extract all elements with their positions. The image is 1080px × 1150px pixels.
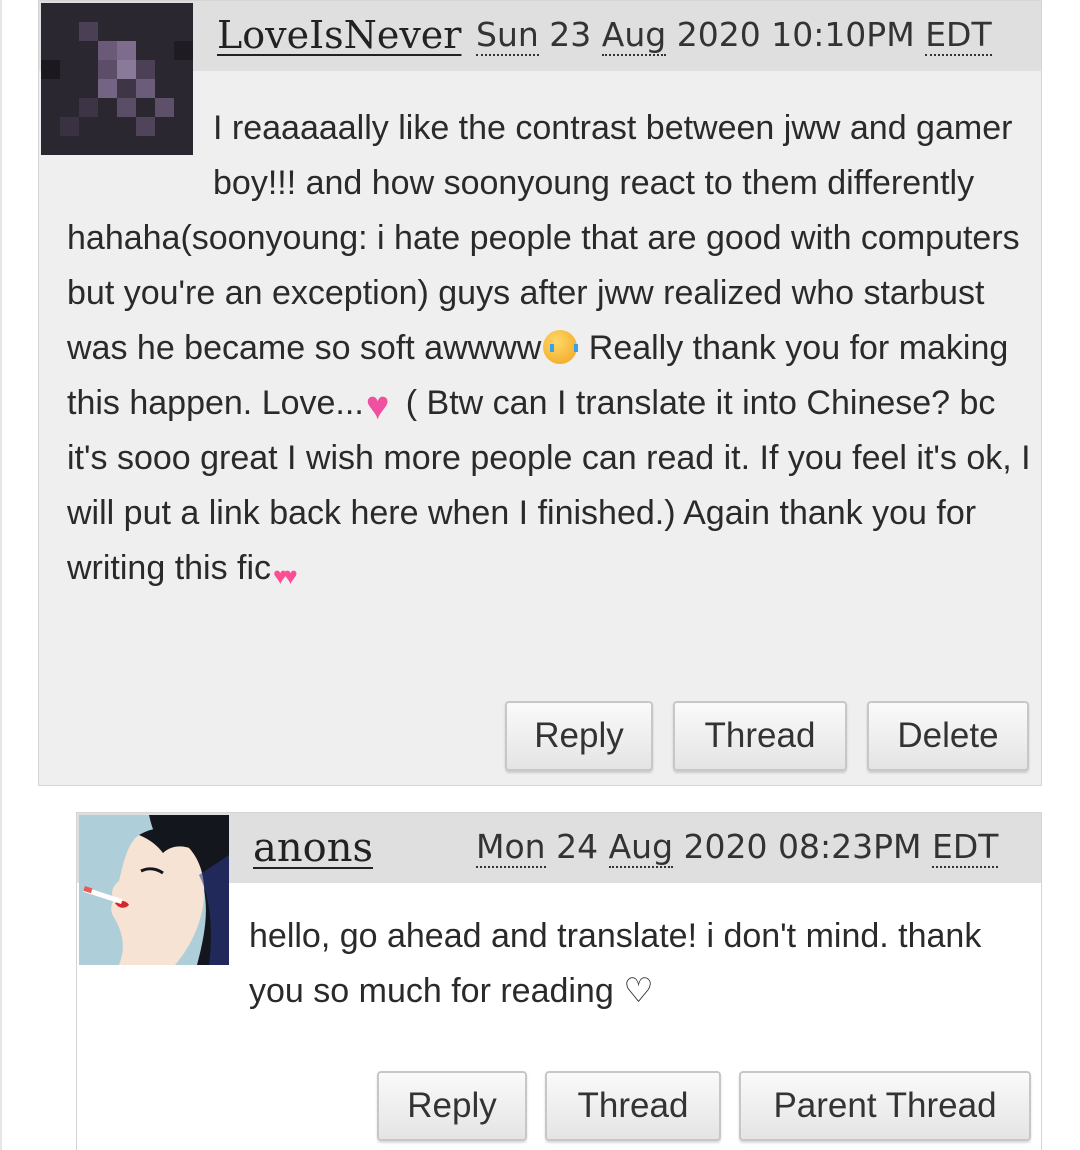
comment-timestamp: Mon 24 Aug 2020 08:23PM EDT xyxy=(476,827,999,868)
time: 08:23PM xyxy=(778,827,922,866)
loudly-crying-face-icon xyxy=(543,330,579,364)
comment-timestamp: Sun 23 Aug 2020 10:10PM EDT xyxy=(476,15,992,56)
weekday-abbr: Mon xyxy=(476,827,546,868)
thread-button[interactable]: Thread xyxy=(545,1071,721,1141)
day: 23 xyxy=(549,15,592,54)
two-hearts-icon xyxy=(273,546,317,580)
page-edge-divider xyxy=(0,0,2,1150)
time: 10:10PM xyxy=(771,15,915,54)
year: 2020 xyxy=(676,15,761,54)
delete-button[interactable]: Delete xyxy=(867,701,1029,771)
comment-author-link[interactable]: LoveIsNever xyxy=(217,13,461,57)
avatar-woman-smoking-icon xyxy=(79,815,229,965)
thread-button[interactable]: Thread xyxy=(673,701,847,771)
comment-1: LoveIsNever Sun 23 Aug 2020 10:10PM EDT … xyxy=(38,0,1042,786)
timezone-abbr: EDT xyxy=(925,15,992,56)
day: 24 xyxy=(556,827,599,866)
parent-thread-button[interactable]: Parent Thread xyxy=(739,1071,1031,1141)
comment-body: I reaaaaally like the contrast between j… xyxy=(67,101,1037,596)
timezone-abbr: EDT xyxy=(931,827,999,868)
month-abbr: Aug xyxy=(608,827,674,868)
sparkling-heart-icon xyxy=(366,381,404,415)
month-abbr: Aug xyxy=(601,15,667,56)
comment-author-link[interactable]: anons xyxy=(253,825,373,871)
year: 2020 xyxy=(683,827,768,866)
weekday-abbr: Sun xyxy=(476,15,539,56)
avatar-illustration[interactable] xyxy=(79,815,229,965)
reply-button[interactable]: Reply xyxy=(505,701,653,771)
comment-body: hello, go ahead and translate! i don't m… xyxy=(249,917,982,1010)
reply-button[interactable]: Reply xyxy=(377,1071,527,1141)
comment-2-reply: anons Mon 24 Aug 2020 08:23PM EDT hello,… xyxy=(76,812,1042,1150)
